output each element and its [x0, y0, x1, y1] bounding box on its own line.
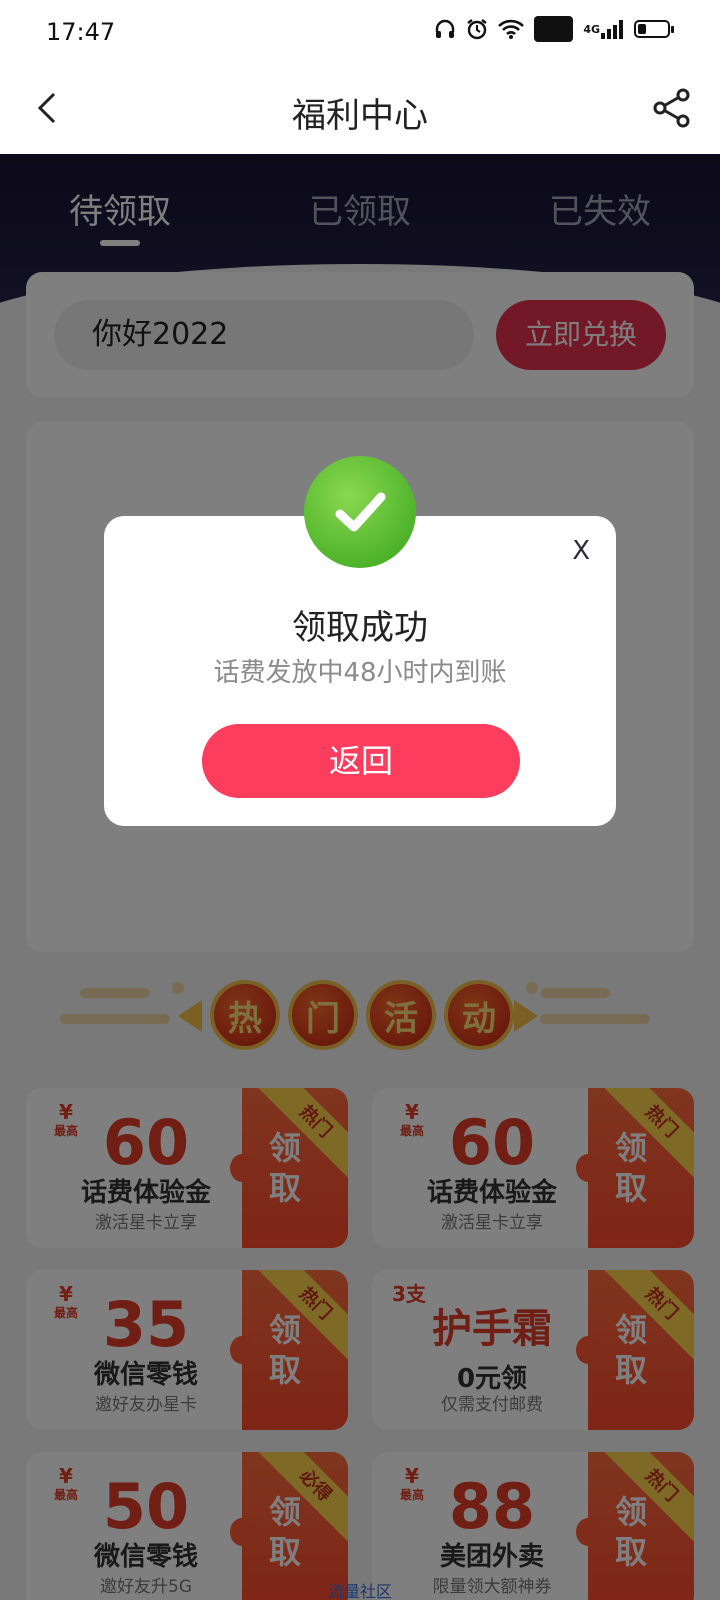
dialog-subtitle: 话费发放中48小时内到账 [213, 658, 507, 688]
page-title: 福利中心 [292, 96, 428, 136]
network-label: 4G [583, 22, 600, 36]
status-icons: HD 4G [434, 16, 674, 42]
headphones-icon [434, 18, 456, 40]
hd-icon: HD [533, 16, 574, 42]
close-button[interactable]: X [572, 536, 590, 566]
share-button[interactable] [650, 86, 694, 130]
battery-level [638, 24, 646, 34]
status-time: 17:47 [46, 18, 116, 46]
wifi-icon [498, 19, 524, 39]
modal-overlay[interactable] [0, 154, 720, 1600]
battery-icon [634, 20, 674, 38]
dialog-title: 领取成功 [292, 608, 428, 648]
nav-bar: 福利中心 [0, 62, 720, 154]
alarm-icon [466, 18, 488, 40]
share-icon [653, 88, 690, 128]
status-bar: 17:47 HD 4G [0, 0, 720, 62]
success-check-icon [304, 456, 416, 568]
signal-4g-icon: 4G [583, 19, 624, 39]
back-dialog-button[interactable]: 返回 [202, 724, 520, 798]
